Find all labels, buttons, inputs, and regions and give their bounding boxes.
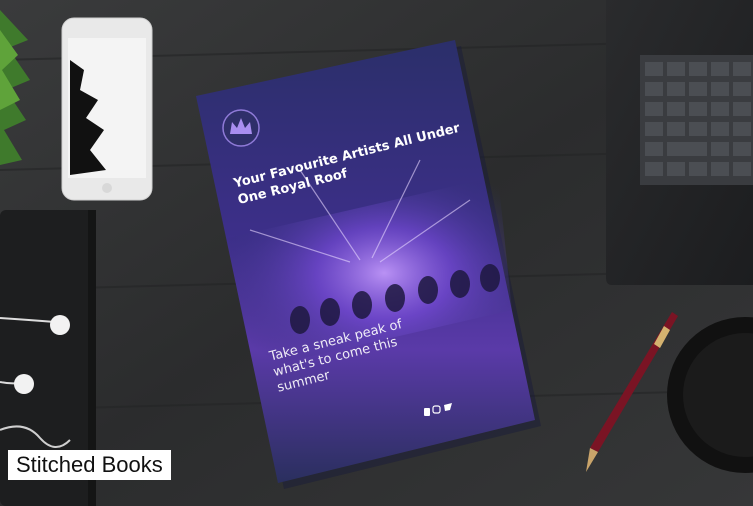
product-photo: Your Favourite Artists All Under One Roy… [0,0,753,506]
crown-logo-icon [222,109,260,147]
smartphone [61,17,153,201]
laptop [606,0,753,285]
desk-scene [0,0,753,506]
facebook-icon [424,408,430,416]
caption-label: Stitched Books [8,450,171,480]
